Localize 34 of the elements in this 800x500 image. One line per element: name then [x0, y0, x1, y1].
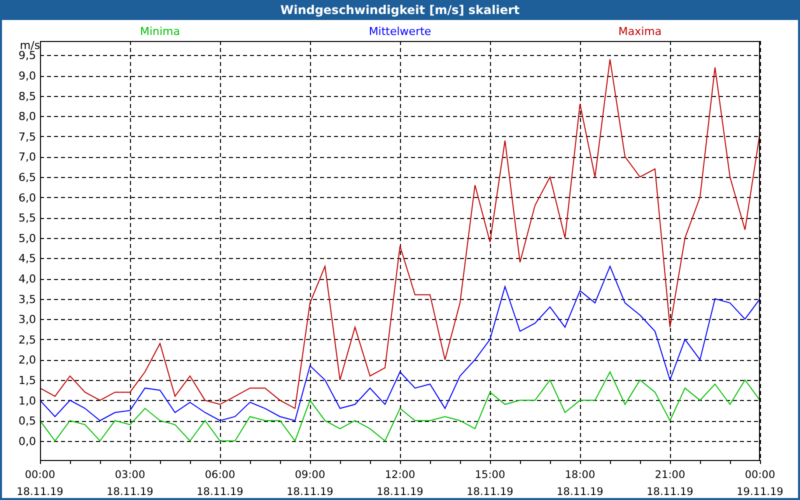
x-tick-label: 21:00 18.11.19: [646, 469, 694, 498]
y-tick-label: 3,5: [18, 292, 36, 306]
x-tick-label: 06:00 18.11.19: [196, 469, 244, 498]
x-tick-label: 00:00 19.11.19: [736, 469, 784, 498]
x-tick-label: 18:00 18.11.19: [556, 469, 604, 498]
x-tick-label: 03:00 18.11.19: [106, 469, 154, 498]
y-tick-label: 0,0: [18, 434, 36, 448]
x-tick-label: 09:00 18.11.19: [286, 469, 334, 498]
legend-label: Mittelwerte: [368, 25, 432, 38]
window-title: Windgeschwindigkeit [m/s] skaliert: [280, 2, 520, 19]
y-tick-label: 7,0: [18, 150, 36, 164]
y-tick-label: 4,0: [18, 272, 36, 286]
x-tick-label: 00:00 18.11.19: [16, 469, 64, 498]
y-tick-label: 5,5: [18, 212, 36, 225]
y-tick-label: 9,5: [18, 49, 36, 62]
y-tick-label: 7,5: [18, 130, 36, 144]
y-tick-label: 6,5: [18, 171, 36, 184]
y-tick-label: 2,5: [18, 333, 36, 346]
x-tick-label: 15:00 18.11.19: [466, 469, 514, 498]
y-tick-label: 3,0: [18, 313, 36, 326]
legend-label: Maxima: [618, 25, 662, 38]
y-tick-label: 6,0: [18, 191, 36, 204]
axis-unit-label: m/s: [20, 39, 40, 52]
y-tick-label: 1,5: [18, 374, 36, 388]
legend-label: Minima: [140, 25, 180, 38]
y-tick-label: 5,0: [18, 232, 36, 245]
y-tick-label: 1,0: [18, 394, 36, 408]
y-tick-label: 0,5: [18, 414, 36, 428]
x-tick-label: 12:00 18.11.19: [376, 469, 424, 498]
y-tick-label: 8,0: [18, 110, 36, 124]
y-tick-label: 8,5: [18, 90, 36, 103]
y-tick-label: 4,5: [18, 252, 36, 266]
y-tick-label: 2,0: [18, 354, 36, 367]
y-tick-label: 9,0: [18, 70, 36, 82]
